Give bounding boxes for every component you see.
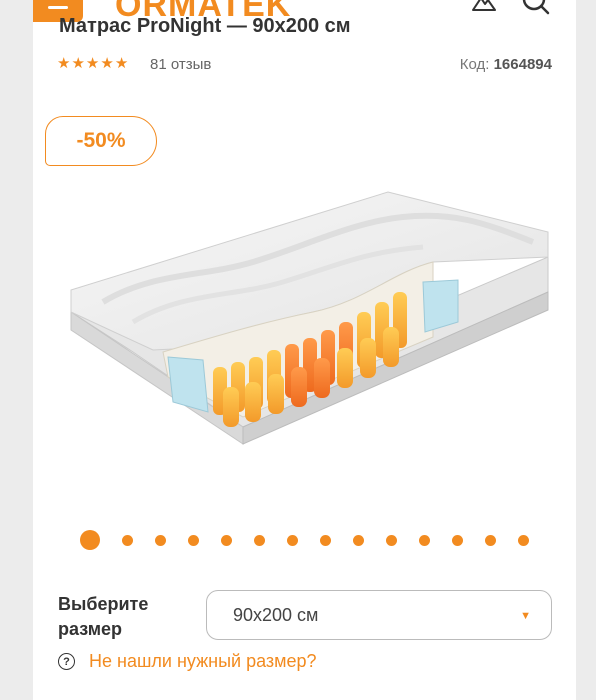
slide-dot[interactable] [221, 534, 232, 546]
reviews-link[interactable]: 81 отзыв [150, 56, 211, 73]
slide-dot[interactable] [287, 534, 298, 546]
star-icon: ★ [57, 55, 71, 72]
slide-dot[interactable] [122, 534, 133, 546]
hamburger-icon [48, 6, 68, 9]
star-icon: ★ [85, 55, 100, 72]
discount-badge: -50% [45, 116, 157, 166]
slide-dot[interactable] [353, 534, 364, 546]
star-icon: ★ [114, 55, 129, 72]
slide-dot[interactable] [518, 534, 529, 546]
star-icon: ★ [71, 55, 85, 72]
size-label: Выберите размер [58, 594, 149, 639]
star-icon: ★ [100, 55, 114, 72]
slide-dot[interactable] [188, 534, 199, 546]
question-icon: ? [58, 653, 75, 670]
search-icon[interactable] [521, 0, 551, 18]
caret-down-icon: ▼ [520, 610, 531, 622]
mountain-icon[interactable] [471, 0, 497, 18]
size-help[interactable]: ? Не нашли нужный размер? [58, 651, 317, 672]
size-select[interactable]: 90x200 см ▼ [206, 590, 552, 640]
product-title: Матрас ProNight — 90x200 см [59, 15, 351, 37]
code-value: 1664894 [493, 56, 552, 73]
gallery-pagination [80, 530, 551, 550]
slide-dot[interactable] [419, 534, 430, 546]
slide-dot[interactable] [485, 534, 496, 546]
mattress-cutaway-image[interactable] [63, 162, 553, 482]
size-help-link[interactable]: Не нашли нужный размер? [89, 651, 317, 672]
code-label: Код: [459, 56, 490, 73]
product-card: Матрас ProNight — 90x200 см ★ ★ ★ ★ ★ 81… [33, 15, 576, 700]
size-selected-value: 90x200 см [233, 604, 319, 625]
slide-dot[interactable] [155, 534, 166, 546]
product-code: Код: 1664894 [460, 56, 552, 73]
slide-dot[interactable] [452, 534, 463, 546]
slide-dot[interactable] [386, 534, 397, 546]
slide-dot[interactable] [320, 534, 331, 546]
slide-dot[interactable] [254, 534, 265, 546]
slide-dot[interactable] [80, 530, 100, 550]
rating-stars[interactable]: ★ ★ ★ ★ ★ [57, 56, 128, 72]
